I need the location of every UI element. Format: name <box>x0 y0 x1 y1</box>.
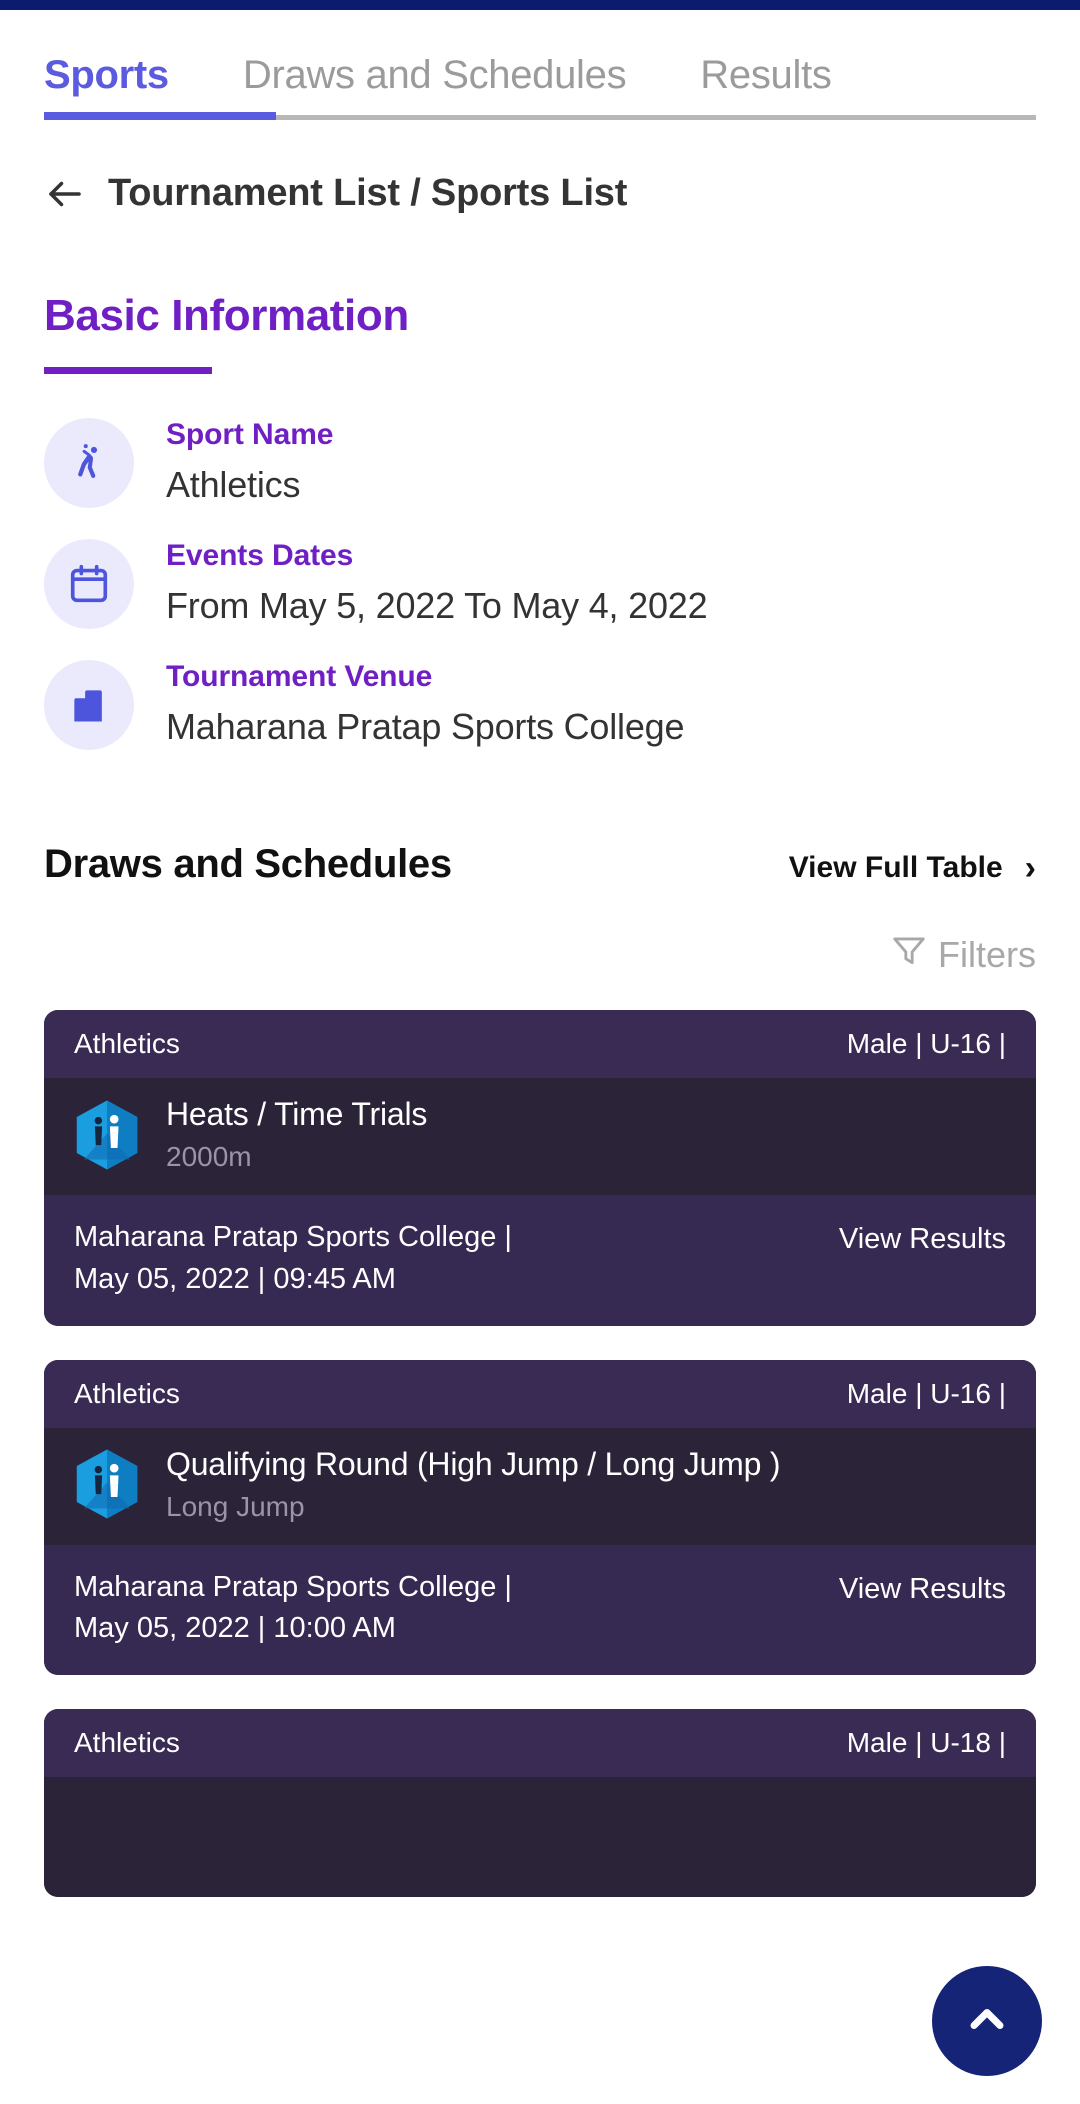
title-underline <box>44 367 212 374</box>
info-label: Events Dates <box>166 538 354 572</box>
tab-sports[interactable]: Sports <box>44 53 169 120</box>
arrow-left-icon[interactable] <box>44 173 86 215</box>
view-full-table-button[interactable]: View Full Table › <box>789 851 1036 885</box>
scroll-to-top-button[interactable] <box>932 1966 1042 2076</box>
chevron-up-icon <box>961 1993 1013 2050</box>
breadcrumb-label: Tournament List / Sports List <box>108 172 628 214</box>
tab-bar: Sports Draws and Schedules Results <box>0 10 1080 120</box>
view-results-button[interactable]: View Results <box>839 1567 1006 1610</box>
card-venue: Maharana Pratap Sports College | <box>74 1221 512 1254</box>
card-body <box>44 1777 1036 1898</box>
card-footer: Maharana Pratap Sports College | May 05,… <box>44 1544 1036 1676</box>
tab-active-indicator <box>44 112 276 120</box>
card-category: Male | U-16 | <box>846 1377 1006 1409</box>
card-body: Qualifying Round (High Jump / Long Jump … <box>44 1427 1036 1545</box>
athletics-logo-icon <box>74 1099 140 1171</box>
filters-row: Filters <box>0 887 1080 978</box>
basic-information-list: Sport Name Athletics Events Dates From M… <box>0 418 1080 750</box>
card-event-name: Heats / Time Trials <box>166 1096 428 1133</box>
tab-results[interactable]: Results <box>700 53 832 120</box>
card-datetime: May 05, 2022 | 10:00 AM <box>74 1611 396 1644</box>
info-value: From May 5, 2022 To May 4, 2022 <box>166 584 708 626</box>
card-footer: Maharana Pratap Sports College | May 05,… <box>44 1195 1036 1326</box>
chevron-right-icon: › <box>1024 849 1036 888</box>
info-label: Tournament Venue <box>166 659 433 693</box>
calendar-icon <box>44 539 134 630</box>
schedule-card[interactable]: Athletics Male | U-16 | Heats / Time Tri… <box>44 1010 1036 1326</box>
view-results-button[interactable]: View Results <box>839 1217 1006 1260</box>
card-header: Athletics Male | U-16 | <box>44 1359 1036 1428</box>
schedule-card[interactable]: Athletics Male | U-18 | <box>44 1709 1036 1898</box>
filters-label: Filters <box>938 933 1036 975</box>
athletics-logo-icon <box>74 1448 140 1520</box>
card-sport: Athletics <box>74 1028 180 1060</box>
schedule-card[interactable]: Athletics Male | U-16 | Qualifying Round… <box>44 1359 1036 1676</box>
card-sport: Athletics <box>74 1377 180 1409</box>
card-header: Athletics Male | U-18 | <box>44 1709 1036 1778</box>
view-full-table-label: View Full Table <box>788 851 1003 885</box>
card-header: Athletics Male | U-16 | <box>44 1010 1036 1079</box>
tab-draws-and-schedules[interactable]: Draws and Schedules <box>243 53 627 120</box>
athlete-icon <box>44 418 134 509</box>
page-title: Basic Information <box>44 291 409 340</box>
card-category: Male | U-16 | <box>846 1028 1006 1060</box>
draws-section-header: Draws and Schedules View Full Table › <box>0 780 1080 887</box>
schedule-card-list: Athletics Male | U-16 | Heats / Time Tri… <box>0 978 1080 1898</box>
card-category: Male | U-18 | <box>846 1727 1006 1759</box>
card-venue: Maharana Pratap Sports College | <box>74 1570 512 1603</box>
info-row-events-dates: Events Dates From May 5, 2022 To May 4, … <box>0 539 1080 630</box>
filters-button[interactable]: Filters <box>890 931 1036 978</box>
info-value: Athletics <box>166 464 301 505</box>
funnel-icon <box>890 931 928 978</box>
card-event-name: Qualifying Round (High Jump / Long Jump … <box>166 1445 781 1482</box>
building-icon <box>44 659 134 750</box>
draws-title: Draws and Schedules <box>44 842 452 887</box>
card-body: Heats / Time Trials 2000m <box>44 1078 1036 1196</box>
info-row-sport-name: Sport Name Athletics <box>0 418 1080 509</box>
card-event-sub: 2000m <box>166 1141 252 1173</box>
info-value: Maharana Pratap Sports College <box>166 705 685 747</box>
card-sport: Athletics <box>74 1727 180 1759</box>
card-datetime: May 05, 2022 | 09:45 AM <box>74 1262 396 1295</box>
status-bar <box>0 0 1080 10</box>
card-event-sub: Long Jump <box>166 1490 305 1522</box>
app-screen: Sports Draws and Schedules Results Tourn… <box>0 0 1080 2104</box>
breadcrumb[interactable]: Tournament List / Sports List <box>0 120 1080 215</box>
info-row-tournament-venue: Tournament Venue Maharana Pratap Sports … <box>0 660 1080 751</box>
info-label: Sport Name <box>166 418 334 451</box>
